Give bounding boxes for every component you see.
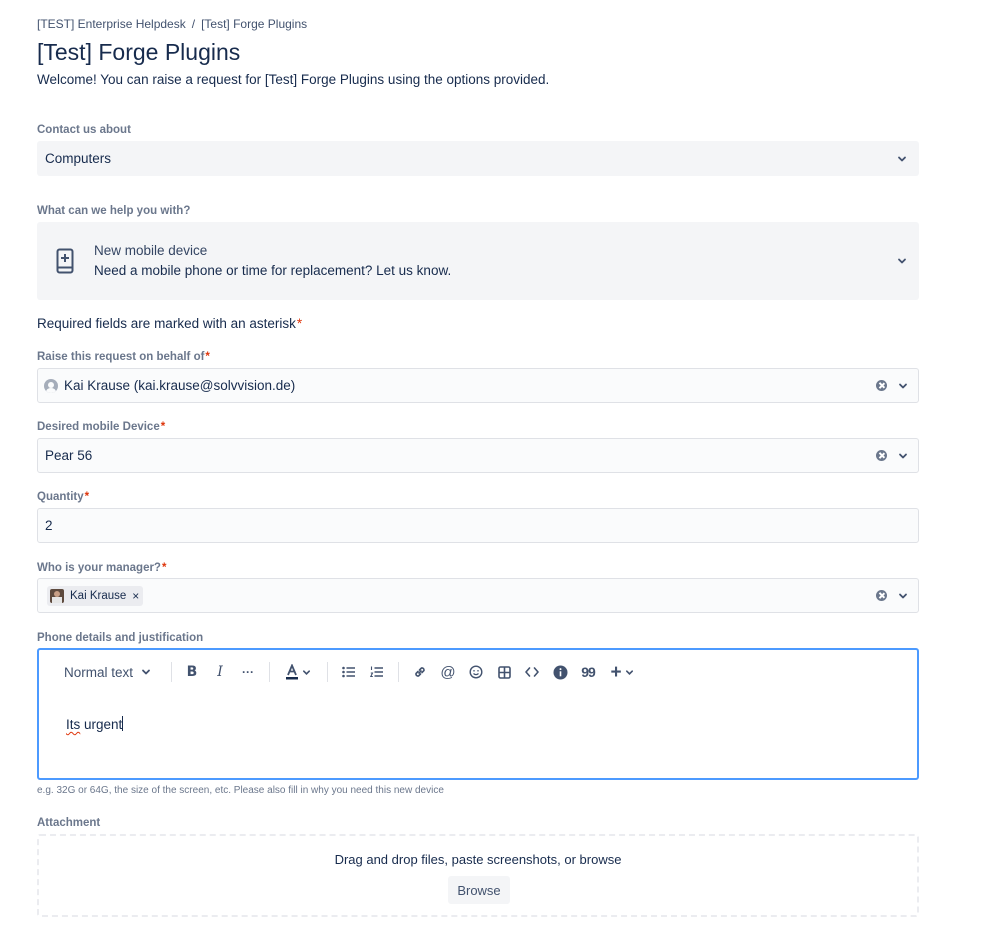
editor-content-text: urgent bbox=[80, 717, 123, 732]
chevron-down-icon bbox=[142, 669, 150, 675]
manager-label: Who is your manager?* bbox=[37, 562, 166, 574]
required-asterisk: * bbox=[205, 351, 210, 363]
dropzone-text: Drag and drop files, paste screenshots, … bbox=[334, 852, 622, 867]
device-value: Pear 56 bbox=[45, 448, 93, 463]
info-panel-icon[interactable] bbox=[550, 662, 570, 682]
remove-chip-icon[interactable]: × bbox=[132, 590, 139, 602]
toolbar-divider bbox=[269, 662, 270, 682]
toolbar-divider bbox=[327, 662, 328, 682]
quote-icon[interactable]: 99 bbox=[578, 662, 598, 682]
mention-icon[interactable]: @ bbox=[438, 662, 458, 682]
quantity-label-text: Quantity bbox=[37, 491, 84, 503]
attachment-label: Attachment bbox=[37, 817, 101, 829]
contact-label: Contact us about bbox=[37, 124, 131, 136]
on-behalf-value: Kai Krause (kai.krause@solvvision.de) bbox=[64, 378, 296, 393]
clear-icon[interactable] bbox=[876, 450, 887, 461]
italic-icon[interactable]: I bbox=[210, 662, 230, 682]
text-color-icon[interactable] bbox=[283, 662, 313, 682]
numbered-list-icon[interactable] bbox=[367, 662, 387, 682]
required-note-text: Required fields are marked with an aster… bbox=[37, 316, 296, 331]
bold-icon[interactable]: B bbox=[182, 662, 202, 682]
manager-chip: Kai Krause × bbox=[47, 586, 144, 606]
quantity-value: 2 bbox=[45, 518, 53, 533]
table-icon[interactable] bbox=[494, 662, 514, 682]
contact-select-value: Computers bbox=[45, 151, 112, 166]
required-fields-note: Required fields are marked with an aster… bbox=[37, 316, 302, 331]
misspelled-word: Its bbox=[66, 717, 81, 732]
contact-select[interactable]: Computers bbox=[37, 141, 919, 176]
more-formatting-icon[interactable]: ··· bbox=[238, 662, 258, 682]
insert-icon[interactable]: + bbox=[607, 662, 637, 682]
link-icon[interactable] bbox=[410, 662, 430, 682]
on-behalf-label-text: Raise this request on behalf of bbox=[37, 351, 205, 363]
breadcrumb: [TEST] Enterprise Helpdesk / [Test] Forge … bbox=[37, 17, 307, 31]
browse-button[interactable]: Browse bbox=[448, 876, 510, 904]
toolbar-divider bbox=[398, 662, 399, 682]
manager-select[interactable]: Kai Krause × bbox=[37, 578, 919, 613]
breadcrumb-current-link[interactable]: [Test] Forge Plugins bbox=[201, 17, 307, 31]
device-select[interactable]: Pear 56 bbox=[37, 438, 919, 473]
chevron-down-icon bbox=[897, 154, 907, 164]
quantity-label: Quantity* bbox=[37, 491, 89, 503]
editor-label: Phone details and justification bbox=[37, 632, 204, 644]
required-asterisk: * bbox=[296, 316, 303, 331]
welcome-text: Welcome! You can raise a request for [Te… bbox=[37, 72, 550, 87]
clear-icon[interactable] bbox=[876, 590, 887, 601]
editor-helper-text: e.g. 32G or 64G, the size of the screen,… bbox=[37, 785, 444, 796]
breadcrumb-separator: / bbox=[191, 17, 196, 31]
on-behalf-select[interactable]: Kai Krause (kai.krause@solvvision.de) bbox=[37, 368, 919, 403]
chevron-down-icon bbox=[897, 256, 907, 266]
clear-icon[interactable] bbox=[876, 380, 887, 391]
quantity-input[interactable]: 2 bbox=[37, 508, 919, 543]
request-type-description: Need a mobile phone or time for replacem… bbox=[94, 263, 452, 278]
device-label: Desired mobile Device* bbox=[37, 421, 165, 433]
request-type-title: New mobile device bbox=[94, 243, 208, 258]
device-label-text: Desired mobile Device bbox=[37, 421, 160, 433]
attachment-dropzone[interactable]: Drag and drop files, paste screenshots, … bbox=[37, 834, 919, 917]
text-style-dropdown[interactable]: Normal text bbox=[64, 662, 154, 682]
required-asterisk: * bbox=[84, 491, 90, 503]
user-avatar-icon bbox=[44, 379, 58, 393]
breadcrumb-root-link[interactable]: [TEST] Enterprise Helpdesk bbox=[37, 17, 186, 31]
chevron-down-icon[interactable] bbox=[898, 451, 908, 461]
text-style-label: Normal text bbox=[64, 664, 134, 680]
emoji-icon[interactable] bbox=[466, 662, 486, 682]
editor-toolbar: Normal text B I ··· @ 99 + bbox=[39, 650, 917, 694]
page-title: [Test] Forge Plugins bbox=[37, 39, 241, 65]
plus-icon: + bbox=[610, 661, 622, 683]
required-asterisk: * bbox=[161, 562, 167, 574]
on-behalf-label: Raise this request on behalf of* bbox=[37, 351, 210, 363]
rich-text-editor[interactable]: Normal text B I ··· @ 99 + Its urgent bbox=[37, 648, 919, 780]
bullet-list-icon[interactable] bbox=[339, 662, 359, 682]
required-asterisk: * bbox=[160, 421, 166, 433]
manager-label-text: Who is your manager? bbox=[37, 562, 161, 574]
avatar bbox=[50, 589, 64, 603]
editor-content[interactable]: Its urgent bbox=[66, 716, 124, 732]
chevron-down-icon[interactable] bbox=[898, 591, 908, 601]
text-caret bbox=[122, 716, 124, 731]
request-type-select[interactable]: New mobile device Need a mobile phone or… bbox=[37, 222, 919, 300]
chevron-down-icon[interactable] bbox=[898, 381, 908, 391]
help-label: What can we help you with? bbox=[37, 205, 191, 217]
code-icon[interactable] bbox=[522, 662, 542, 682]
mobile-add-icon bbox=[56, 248, 74, 274]
chevron-down-icon bbox=[625, 669, 633, 675]
toolbar-divider bbox=[171, 662, 172, 682]
manager-chip-name: Kai Krause bbox=[70, 590, 127, 602]
